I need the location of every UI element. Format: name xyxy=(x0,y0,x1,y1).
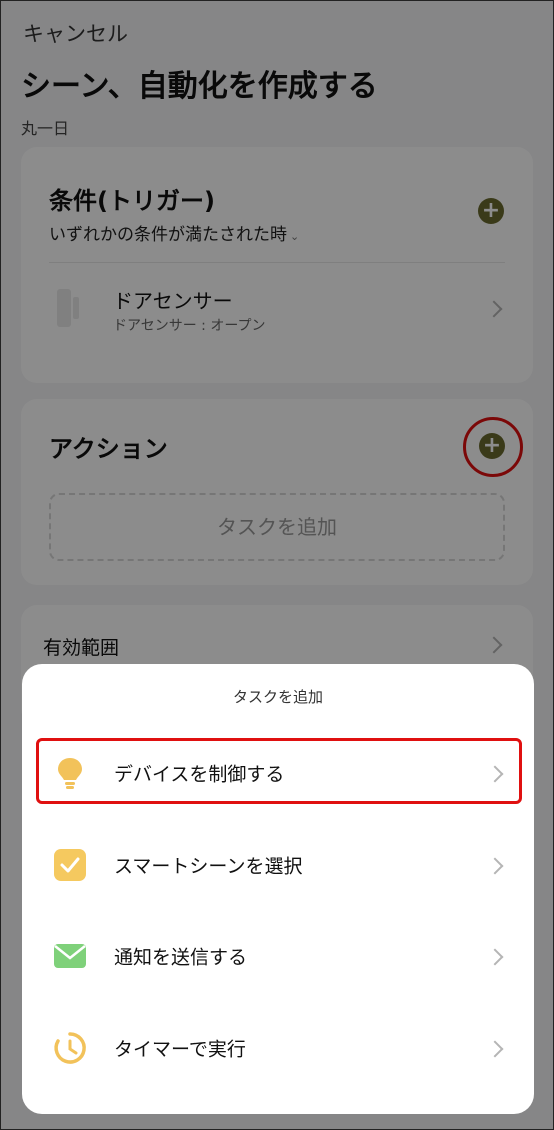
sheet-title: タスクを追加 xyxy=(232,688,323,706)
send-notification-item[interactable]: 通知を送信する xyxy=(22,921,534,991)
item-label: スマートシーンを選択 xyxy=(114,855,303,878)
add-task-sheet: タスクを追加 デバイスを制御する スマートシーンを選択 通知を送信する タイマー… xyxy=(22,664,534,1114)
chevron-right-icon xyxy=(486,857,504,875)
select-scene-item[interactable]: スマートシーンを選択 xyxy=(22,830,534,900)
chevron-right-icon xyxy=(486,948,504,966)
checkbox-icon xyxy=(54,849,86,881)
app-screen: キャンセル シーン、自動化を作成する 丸一日 条件(トリガー) いずれかの条件が… xyxy=(0,0,554,1130)
highlight-box xyxy=(36,738,522,804)
chevron-right-icon xyxy=(486,1040,504,1058)
timer-icon xyxy=(54,1032,86,1064)
item-label: タイマーで実行 xyxy=(114,1038,246,1061)
timer-execute-item[interactable]: タイマーで実行 xyxy=(22,1013,534,1083)
envelope-icon xyxy=(54,944,86,968)
item-label: 通知を送信する xyxy=(114,946,248,969)
